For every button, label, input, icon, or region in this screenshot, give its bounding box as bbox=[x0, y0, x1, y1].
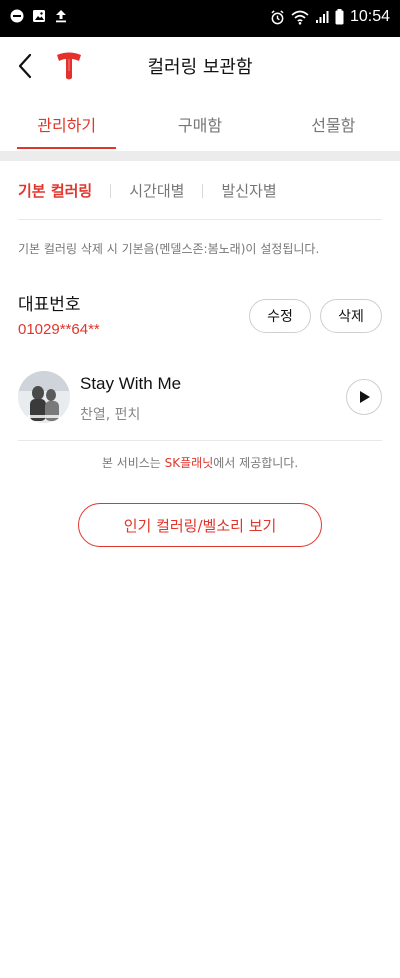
sub-tabs: 기본 컬러링 시간대별 발신자별 bbox=[18, 180, 277, 201]
song-artist: 찬열, 펀치 bbox=[80, 407, 141, 423]
provider-brand: SK플래닛 bbox=[164, 456, 214, 470]
tab-purchases[interactable]: 구매함 bbox=[133, 95, 266, 151]
provider-prefix: 본 서비스는 bbox=[101, 456, 165, 470]
status-left-icons bbox=[10, 9, 68, 23]
play-button[interactable] bbox=[346, 379, 382, 415]
page-title: 컬러링 보관함 bbox=[147, 57, 253, 78]
divider bbox=[18, 219, 382, 220]
play-icon bbox=[360, 391, 370, 403]
provider-notice: 본 서비스는 SK플래닛에서 제공합니다. bbox=[0, 454, 400, 471]
notice-text: 기본 컬러링 삭제 시 기본음(멘델스존:봄노래)이 설정됩니다. bbox=[18, 242, 320, 256]
tab-divider bbox=[0, 151, 400, 161]
subtab-by-caller[interactable]: 발신자별 bbox=[221, 180, 276, 201]
divider bbox=[18, 440, 382, 441]
alarm-icon bbox=[271, 9, 284, 24]
edit-button[interactable]: 수정 bbox=[249, 299, 311, 333]
album-art bbox=[18, 371, 70, 423]
main-tabs: 관리하기 구매함 선물함 bbox=[0, 95, 400, 151]
app-header: 컬러링 보관함 bbox=[0, 37, 400, 95]
song-item: Stay With Me 찬열, 펀치 bbox=[18, 367, 382, 427]
tab-manage[interactable]: 관리하기 bbox=[0, 95, 133, 151]
subtab-separator bbox=[110, 183, 112, 198]
tab-gifts[interactable]: 선물함 bbox=[267, 95, 400, 151]
status-bar: 10:54 bbox=[0, 0, 400, 37]
provider-suffix: 에서 제공합니다. bbox=[213, 456, 299, 470]
battery-icon bbox=[335, 9, 344, 25]
delete-button[interactable]: 삭제 bbox=[320, 299, 382, 333]
representative-number: 01029**64** bbox=[18, 321, 100, 338]
popular-coloring-button[interactable]: 인기 컬러링/벨소리 보기 bbox=[78, 503, 322, 547]
do-not-disturb-icon bbox=[10, 9, 24, 23]
status-right-icons: 10:54 bbox=[270, 8, 390, 26]
upload-icon bbox=[56, 10, 66, 23]
representative-label: 대표번호 bbox=[18, 295, 81, 315]
wifi-icon bbox=[291, 10, 309, 25]
subtab-separator bbox=[202, 183, 204, 198]
signal-icon bbox=[315, 11, 329, 23]
status-time: 10:54 bbox=[349, 8, 390, 25]
gallery-icon bbox=[33, 10, 45, 22]
subtab-by-time[interactable]: 시간대별 bbox=[129, 180, 184, 201]
song-title: Stay With Me bbox=[80, 374, 182, 393]
subtab-default-coloring[interactable]: 기본 컬러링 bbox=[18, 180, 92, 201]
